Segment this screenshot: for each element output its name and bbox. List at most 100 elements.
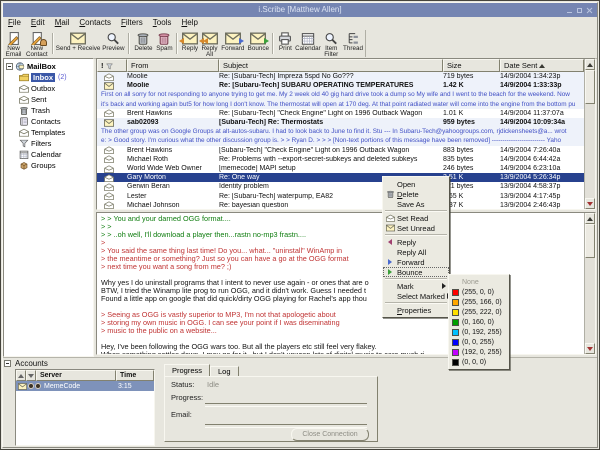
column-date-sent[interactable]: Date Sent bbox=[500, 59, 584, 72]
sidebar-item-groups[interactable]: Groups bbox=[19, 160, 93, 171]
menu-tools[interactable]: Tools bbox=[148, 17, 177, 29]
unread-count-badge: (2) bbox=[58, 74, 67, 81]
tree-root-mailbox[interactable]: MailBox bbox=[6, 61, 93, 72]
item-filter-button[interactable]: Item Filter bbox=[321, 30, 341, 57]
menu-item-properties[interactable]: Properties bbox=[383, 305, 449, 315]
minimize-icon[interactable] bbox=[566, 7, 573, 14]
submenu-item-color[interactable]: (0, 192, 255) bbox=[449, 327, 509, 337]
mail-row[interactable]: MoolieRe: [Subaru-Tech] Impreza 5spd No … bbox=[97, 72, 584, 81]
window-title: i.Scribe [Matthew Allen] bbox=[258, 5, 341, 14]
column-send-arrow[interactable] bbox=[16, 370, 26, 381]
reply-all-button[interactable]: Reply All bbox=[200, 30, 220, 57]
sidebar-item-templates[interactable]: Templates bbox=[19, 127, 93, 138]
menu-item-save-as[interactable]: Save As bbox=[383, 199, 449, 209]
thread-button[interactable]: Thread bbox=[341, 30, 365, 57]
column-time[interactable]: Time bbox=[116, 370, 154, 381]
mail-row[interactable]: Michael RothRe: Problems with --export-s… bbox=[97, 155, 584, 164]
preview-icon bbox=[105, 32, 121, 45]
close-connection-button[interactable]: Close Connection bbox=[291, 428, 369, 441]
bounce-button[interactable]: Bounce bbox=[246, 30, 270, 57]
mail-row[interactable]: Brent HawkinsRe: [Subaru-Tech] "Check En… bbox=[97, 109, 584, 118]
submenu-item-color[interactable]: (255, 222, 0) bbox=[449, 307, 509, 317]
status-dot-icon bbox=[28, 383, 34, 389]
mail-list-header: ! From Subject Size Date Sent bbox=[97, 59, 584, 72]
menu-item-set-unread[interactable]: Set Unread bbox=[383, 223, 449, 233]
title-bar[interactable]: i.Scribe [Matthew Allen] bbox=[3, 3, 597, 17]
spam-button[interactable]: Spam bbox=[155, 30, 175, 57]
item-filter-icon bbox=[323, 32, 339, 45]
mail-row[interactable]: LesterRe: [Subaru-Tech] waterpump, EA821… bbox=[97, 191, 584, 200]
menu-filters[interactable]: Filters bbox=[116, 17, 148, 29]
collapse-icon[interactable] bbox=[6, 63, 13, 70]
scrollbar-thumb[interactable] bbox=[585, 70, 595, 104]
column-server[interactable]: Server bbox=[36, 370, 116, 381]
menu-item-delete[interactable]: Delete bbox=[383, 189, 449, 199]
mail-row[interactable]: World Wide Web Owner[memecode] MAPI setu… bbox=[97, 164, 584, 173]
new-contact-button[interactable]: New Contact bbox=[24, 30, 50, 57]
color-swatch bbox=[452, 319, 459, 326]
menu-mail[interactable]: Mail bbox=[50, 17, 75, 29]
submenu-item-none[interactable]: None bbox=[449, 277, 509, 287]
sidebar-item-calendar[interactable]: Calendar bbox=[19, 149, 93, 160]
sidebar-item-outbox[interactable]: Outbox bbox=[19, 83, 93, 94]
menu-item-forward[interactable]: Forward bbox=[383, 257, 449, 267]
mail-row[interactable]: MoolieRe: [Subaru-Tech] SUBARU OPERATING… bbox=[97, 81, 584, 90]
menu-help[interactable]: Help bbox=[176, 17, 202, 29]
close-icon[interactable] bbox=[586, 7, 593, 14]
submenu-item-color[interactable]: (255, 0, 0) bbox=[449, 287, 509, 297]
new-contact-icon bbox=[29, 32, 45, 45]
sidebar-item-filters[interactable]: Filters bbox=[19, 138, 93, 149]
forward-button[interactable]: Forward bbox=[219, 30, 246, 57]
submenu-item-color[interactable]: (192, 0, 255) bbox=[449, 347, 509, 357]
collapse-panel-icon[interactable] bbox=[4, 360, 11, 367]
mail-row[interactable]: Michael JohnsonRe: bayesian question1.37… bbox=[97, 201, 584, 210]
spam-icon bbox=[156, 32, 172, 45]
menu-item-open[interactable]: Open bbox=[383, 179, 449, 189]
menu-file[interactable]: File bbox=[3, 17, 26, 29]
column-subject[interactable]: Subject bbox=[219, 59, 443, 72]
menu-item-bounce[interactable]: Bounce bbox=[383, 267, 449, 277]
reply-button[interactable]: Reply bbox=[180, 30, 200, 57]
maximize-icon[interactable] bbox=[576, 7, 583, 14]
scroll-up-icon[interactable] bbox=[585, 59, 595, 70]
menu-edit[interactable]: Edit bbox=[26, 17, 50, 29]
scroll-up-icon[interactable] bbox=[585, 213, 595, 224]
menu-item-select-marked[interactable]: Select Marked bbox=[383, 291, 449, 301]
menu-item-reply-all[interactable]: Reply All bbox=[383, 247, 449, 257]
sidebar-item-inbox[interactable]: Inbox (2) bbox=[19, 72, 93, 83]
scrollbar-thumb[interactable] bbox=[585, 224, 595, 258]
preview-button[interactable]: Preview bbox=[101, 30, 127, 57]
column-from[interactable]: From bbox=[127, 59, 219, 72]
toolbar-separator bbox=[270, 30, 276, 57]
scroll-down-icon[interactable] bbox=[585, 198, 595, 209]
menu-item-mark[interactable]: Mark bbox=[383, 281, 449, 291]
sidebar-item-sent[interactable]: Sent bbox=[19, 94, 93, 105]
submenu-item-color[interactable]: (0, 160, 0) bbox=[449, 317, 509, 327]
preview-scrollbar[interactable] bbox=[584, 213, 595, 354]
column-size[interactable]: Size bbox=[443, 59, 500, 72]
column-receive-arrow[interactable] bbox=[26, 370, 36, 381]
menu-separator bbox=[385, 210, 447, 212]
submenu-item-color[interactable]: (0, 0, 0) bbox=[449, 357, 509, 367]
new-email-button[interactable]: New Email bbox=[3, 30, 24, 57]
print-button[interactable]: Print bbox=[276, 30, 294, 57]
send-receive-button[interactable]: Send + Receive bbox=[56, 30, 101, 57]
mail-row[interactable]: Brent Hawkins[Subaru-Tech] "Check Engine… bbox=[97, 146, 584, 155]
delete-button[interactable]: Delete bbox=[132, 30, 155, 57]
calendar-button[interactable]: Calendar bbox=[294, 30, 321, 57]
mail-row-selected[interactable]: Gary MortonRe: One way3.51 K13/9/2004 5:… bbox=[97, 173, 584, 182]
mail-row[interactable]: sab02093[Subaru-Tech] Re: Thermostats959… bbox=[97, 118, 584, 127]
menu-item-reply[interactable]: Reply bbox=[383, 237, 449, 247]
trash-icon bbox=[19, 106, 29, 115]
account-row-selected[interactable]: MemeCode 3:15 bbox=[16, 381, 154, 391]
submenu-item-color[interactable]: (255, 166, 0) bbox=[449, 297, 509, 307]
sidebar-item-trash[interactable]: Trash bbox=[19, 105, 93, 116]
column-flag[interactable]: ! bbox=[97, 59, 127, 72]
menu-contacts[interactable]: Contacts bbox=[74, 17, 116, 29]
mail-list-scrollbar[interactable] bbox=[584, 59, 595, 209]
sidebar-item-contacts[interactable]: Contacts bbox=[19, 116, 93, 127]
submenu-item-color[interactable]: (0, 0, 255) bbox=[449, 337, 509, 347]
menu-item-set-read[interactable]: Set Read bbox=[383, 213, 449, 223]
mail-row[interactable]: Gerwin BeranIdentity problem521 bytes13/… bbox=[97, 182, 584, 191]
scroll-down-icon[interactable] bbox=[585, 343, 595, 354]
